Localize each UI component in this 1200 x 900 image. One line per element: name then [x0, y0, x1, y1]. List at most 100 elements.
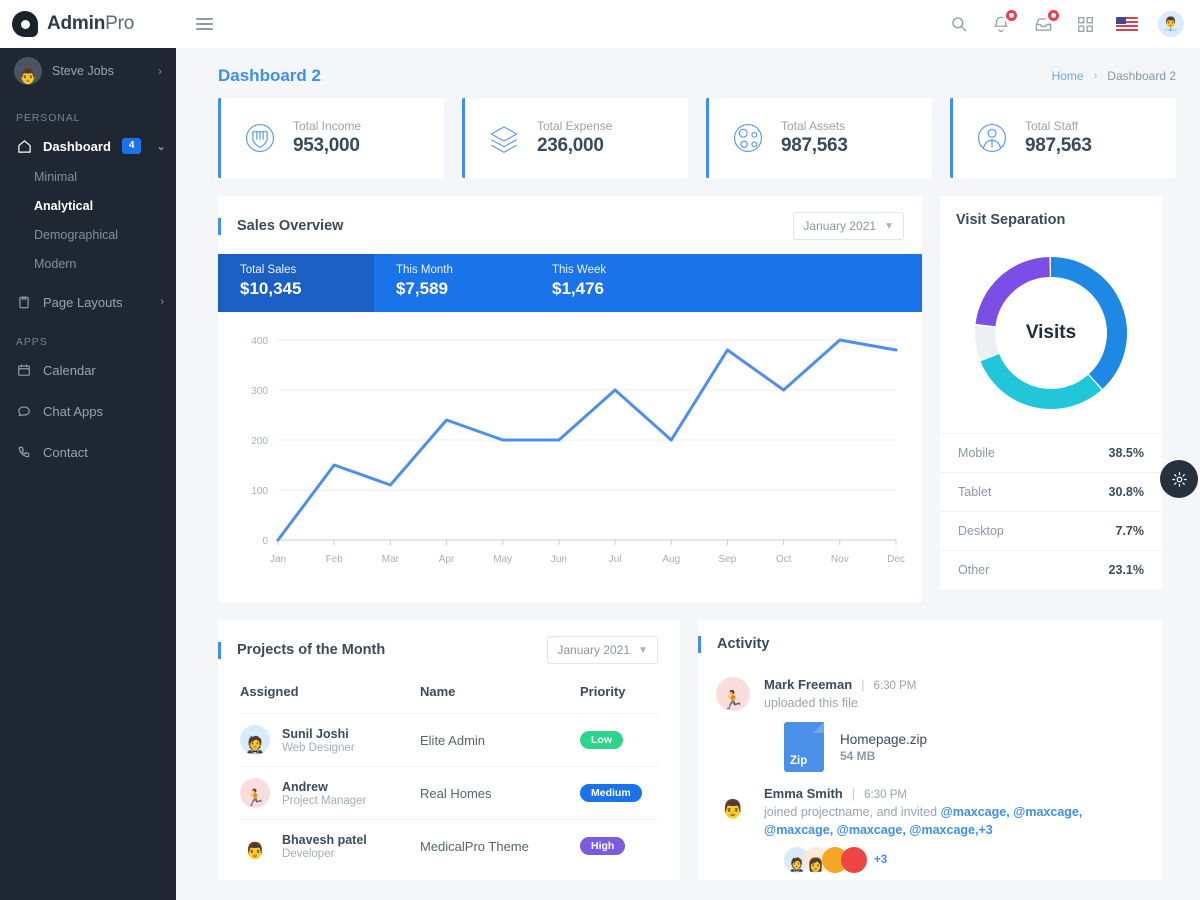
sidebar-section-apps: APPS [16, 336, 48, 348]
assignee-name: Sunil Joshi [282, 726, 349, 741]
activity-file-attachment[interactable]: Zip Homepage.zip 54 MB [764, 722, 1144, 773]
sidebar-subitem-minimal[interactable]: Minimal [0, 162, 176, 191]
avatar-stack-more[interactable]: +3 [874, 854, 887, 866]
grid-apps-icon[interactable] [1074, 13, 1096, 35]
chevron-right-icon: › [160, 296, 164, 308]
assignee-role: Developer [282, 847, 335, 860]
column-assigned: Assigned [240, 684, 299, 699]
zip-file-icon: Zip [784, 722, 824, 773]
stat-label: Total Staff [1025, 119, 1079, 133]
stats-row: Total Income 953,000 Total Expense 236,0… [176, 98, 1200, 178]
sidebar-item-dashboard-label: Dashboard [43, 138, 111, 154]
shield-heart-icon [241, 119, 279, 157]
sidebar-subitem-analytical[interactable]: Analytical [0, 191, 176, 220]
activity-text: joined projectname, and invited [764, 805, 941, 820]
chevron-down-icon: ▼ [638, 644, 648, 656]
project-name: Elite Admin [420, 713, 580, 767]
stat-card-total-staff[interactable]: Total Staff 987,563 [950, 98, 1176, 178]
avatar: 👨 [716, 786, 750, 821]
sidebar-item-contact[interactable]: Contact [0, 436, 176, 468]
sidebar-item-chat-apps[interactable]: Chat Apps [0, 395, 176, 427]
settings-fab-button[interactable] [1160, 460, 1198, 498]
sidebar-item-calendar-label: Calendar [43, 362, 96, 378]
stat-value: 953,000 [293, 135, 360, 156]
projects-period-value: January 2021 [557, 643, 631, 657]
sidebar-subitem-modern[interactable]: Modern [0, 249, 176, 278]
legend-name: Desktop [958, 524, 1004, 538]
sidebar-user-profile[interactable]: 👨 Steve Jobs › [0, 48, 176, 94]
activity-user-name: Mark Freeman [764, 677, 853, 692]
charts-row: Sales Overview January 2021 ▼ Total Sale… [176, 196, 1200, 602]
svg-text:Jun: Jun [551, 554, 567, 565]
legend-value: 30.8% [1108, 485, 1144, 499]
sidebar-item-page-layouts[interactable]: Page Layouts › [0, 286, 176, 318]
project-name: Real Homes [420, 766, 580, 820]
donut-center-label: Visits [1025, 322, 1077, 343]
file-name: Homepage.zip [840, 731, 928, 747]
messages-icon[interactable] [1032, 7, 1062, 35]
projects-period-select[interactable]: January 2021 ▼ [547, 636, 658, 664]
clipboard-icon [16, 294, 32, 310]
activity-item[interactable]: 🏃 Mark Freeman | 6:30 PM uploaded this f… [698, 659, 1162, 773]
sales-cell-this-month: This Month $7,589 [374, 254, 530, 312]
svg-text:Sep: Sep [719, 554, 737, 565]
svg-text:Oct: Oct [776, 554, 792, 565]
stat-label: Total Income [293, 119, 362, 133]
chevron-right-icon: › [158, 64, 162, 78]
svg-text:400: 400 [251, 336, 268, 347]
assignee-role: Web Designer [282, 741, 355, 754]
chat-icon [16, 403, 32, 419]
avatar: 👨 [240, 831, 270, 861]
sidebar-dashboard-badge: 4 [121, 138, 142, 154]
svg-text:Aug: Aug [662, 554, 680, 565]
table-row[interactable]: 🏃 Andrew Project Manager Real Homes Medi… [240, 766, 658, 820]
sidebar-toggle-button[interactable] [192, 14, 217, 34]
sidebar-item-calendar[interactable]: Calendar [0, 354, 176, 386]
page-title: Dashboard 2 [218, 66, 321, 85]
sales-line-chart: 0 100 200 300 400 Jan Feb Mar Apr May Jun Jul Aug Sep… [218, 312, 922, 602]
brand-logo[interactable]: AdminPro [0, 11, 176, 37]
stat-card-total-income[interactable]: Total Income 953,000 [218, 98, 444, 178]
status-badge: High [580, 837, 626, 855]
sales-cell-value: $10,345 [240, 279, 302, 298]
svg-text:Jan: Jan [270, 554, 286, 565]
brand-name-bold: Admin [47, 13, 106, 34]
sidebar-subitem-modern-label: Modern [34, 256, 77, 271]
table-row[interactable]: 🤵 Sunil Joshi Web Designer Elite Admin L… [240, 713, 658, 767]
sales-period-select[interactable]: January 2021 ▼ [793, 212, 904, 240]
app-logo-icon [12, 11, 38, 37]
notifications-bell-icon[interactable] [990, 7, 1020, 35]
svg-text:Feb: Feb [326, 554, 344, 565]
home-icon [16, 138, 32, 154]
sales-cell-this-week: This Week $1,476 [530, 254, 686, 312]
column-priority: Priority [580, 684, 626, 699]
sales-cell-label: Total Sales [240, 264, 297, 276]
search-icon[interactable] [948, 13, 970, 35]
notification-badge [1003, 7, 1020, 24]
status-badge: Low [580, 731, 623, 749]
projects-table: Assigned Name Priority 🤵 Sunil Joshi Web… [240, 678, 658, 872]
breadcrumb-home[interactable]: Home [1052, 69, 1084, 83]
assignee-name: Andrew [282, 779, 328, 794]
sales-cell-label: This Month [396, 264, 453, 276]
calendar-icon [16, 362, 32, 378]
us-flag-icon[interactable] [1116, 16, 1138, 32]
sidebar-item-contact-label: Contact [43, 444, 88, 460]
stat-card-total-assets[interactable]: Total Assets 987,563 [706, 98, 932, 178]
svg-text:100: 100 [251, 486, 268, 497]
activity-item[interactable]: 👨 Emma Smith | 6:30 PM joined projectnam… [698, 772, 1162, 874]
svg-text:0: 0 [262, 536, 268, 547]
stat-card-total-expense[interactable]: Total Expense 236,000 [462, 98, 688, 178]
table-row[interactable]: 👨 Bhavesh patel Developer MedicalPro The… [240, 819, 658, 872]
layers-icon [485, 119, 523, 157]
sidebar-item-dashboard[interactable]: Dashboard 4 ⌄ [0, 130, 176, 162]
user-avatar[interactable]: 👨‍💼 [1158, 11, 1184, 37]
breadcrumb: Home › Dashboard 2 [1052, 69, 1176, 83]
sidebar-subitem-demographical[interactable]: Demographical [0, 220, 176, 249]
breadcrumb-separator-icon: › [1093, 70, 1098, 82]
globe-gear-icon [729, 119, 767, 157]
sales-cell-value: $1,476 [552, 279, 604, 298]
svg-text:200: 200 [251, 436, 268, 447]
sales-summary-strip: Total Sales $10,345 This Month $7,589 Th… [218, 254, 922, 312]
legend-row-tablet: Tablet 30.8% [940, 472, 1162, 511]
